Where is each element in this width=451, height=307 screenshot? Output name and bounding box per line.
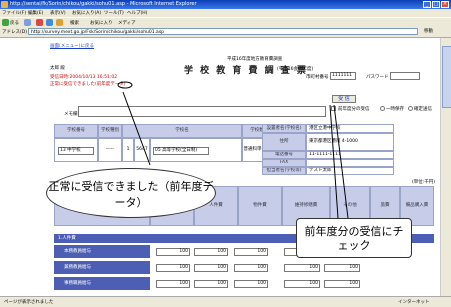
callout-tail-left <box>122 91 151 166</box>
annotation-overlay <box>117 81 349 219</box>
browser-window: http://sentai/fk/Sorin/chikou/gakki/sohu… <box>0 0 451 307</box>
highlight-ellipse <box>117 81 133 89</box>
callout-tail-right <box>329 104 349 219</box>
callout-check-prev: 前年度分の受信にチェック <box>296 218 412 258</box>
callout-received: 正常に受信できました（前年度データ） <box>46 168 216 218</box>
